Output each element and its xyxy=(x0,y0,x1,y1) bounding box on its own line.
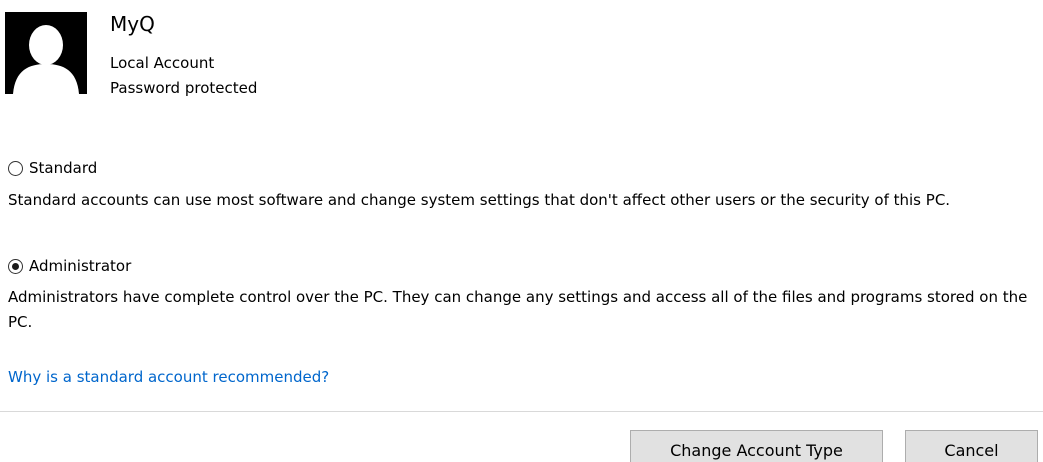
account-type-label: Local Account xyxy=(110,54,215,72)
administrator-radio-button[interactable] xyxy=(8,258,23,274)
standard-account-help-link[interactable]: Why is a standard account recommended? xyxy=(8,366,329,388)
administrator-radio-option[interactable]: Administrator xyxy=(8,255,131,277)
cancel-button[interactable]: Cancel xyxy=(905,430,1038,462)
account-name: MyQ xyxy=(110,12,155,36)
footer-divider xyxy=(0,411,1043,412)
administrator-option-description: Administrators have complete control ove… xyxy=(8,288,1028,331)
standard-radio-option[interactable]: Standard xyxy=(8,157,97,179)
administrator-option-label[interactable]: Administrator xyxy=(29,255,131,277)
account-protection-label: Password protected xyxy=(110,79,258,97)
user-silhouette-icon xyxy=(5,12,87,94)
standard-radio-button[interactable] xyxy=(8,160,23,176)
change-account-type-dialog: MyQ Local Account Password protected Sta… xyxy=(0,0,1043,462)
change-account-type-button[interactable]: Change Account Type xyxy=(630,430,883,462)
standard-option-label[interactable]: Standard xyxy=(29,157,97,179)
user-avatar-icon xyxy=(5,12,87,94)
standard-option-description: Standard accounts can use most software … xyxy=(8,191,951,209)
